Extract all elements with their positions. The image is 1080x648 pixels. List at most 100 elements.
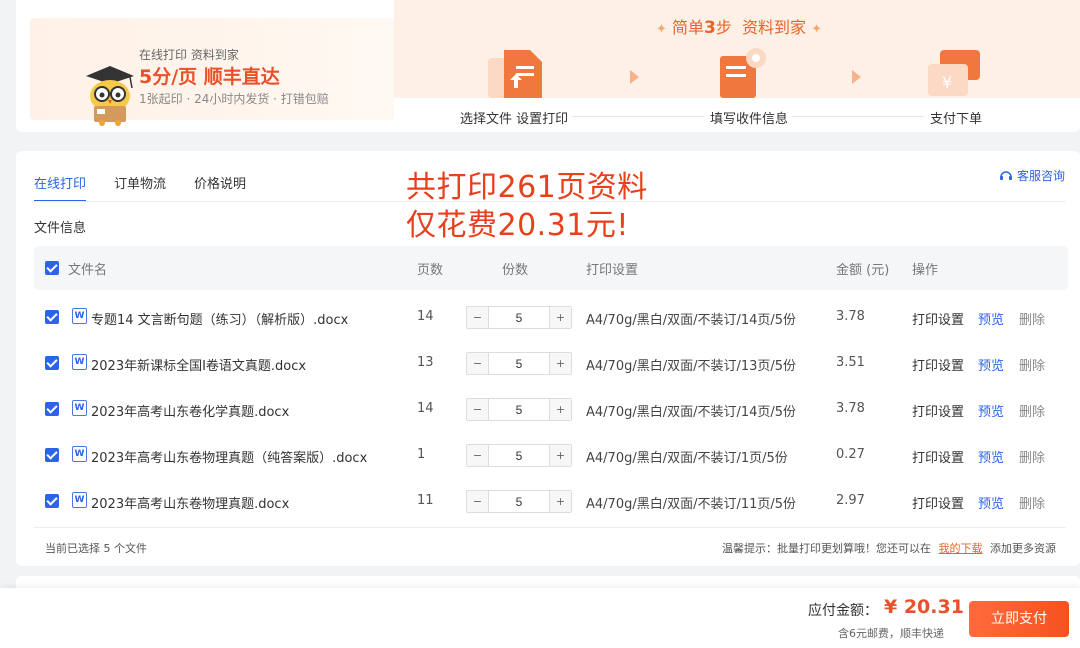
sparkle-icon: ✦ xyxy=(811,22,823,37)
increment-button[interactable]: + xyxy=(549,491,571,512)
address-form-icon xyxy=(720,48,766,98)
steps-title-post: 资料到家 xyxy=(742,18,807,37)
copies-input[interactable] xyxy=(489,307,549,328)
row-amount: 3.78 xyxy=(836,309,865,324)
steps-title-pre: 简单 xyxy=(672,18,705,37)
customer-service-link[interactable]: 客服咨询 xyxy=(999,167,1065,184)
delete-button[interactable]: 删除 xyxy=(1019,355,1045,374)
arrow-right-icon xyxy=(852,70,861,84)
copies-input[interactable] xyxy=(489,399,549,420)
delete-button[interactable]: 删除 xyxy=(1019,401,1045,420)
delete-button[interactable]: 删除 xyxy=(1019,309,1045,328)
pay-now-button[interactable]: 立即支付 xyxy=(969,601,1069,637)
print-settings-summary: A4/70g/黑白/双面/不装订/1页/5份 xyxy=(586,451,788,466)
copies-stepper: − + xyxy=(466,352,572,375)
pay-label: 应付金额： xyxy=(808,603,878,619)
steps-title: ✦ 简单3步 资料到家 ✦ xyxy=(656,14,822,38)
header-settings: 打印设置 xyxy=(586,263,639,278)
copies-input[interactable] xyxy=(489,491,549,512)
decrement-button[interactable]: − xyxy=(467,307,489,328)
preview-button[interactable]: 预览 xyxy=(978,309,1004,328)
tab-price-info[interactable]: 价格说明 xyxy=(194,173,246,202)
selected-count: 当前已选择 5 个文件 xyxy=(45,542,147,555)
decrement-button[interactable]: − xyxy=(467,399,489,420)
header-copies: 份数 xyxy=(502,263,529,278)
footer-tip: 温馨提示：批量打印更划算哦！您还可以在 我的下载 添加更多资源 xyxy=(722,540,1056,556)
header-amount: 金额 (元) xyxy=(836,263,890,278)
sparkle-icon: ✦ xyxy=(656,22,667,37)
preview-button[interactable]: 预览 xyxy=(978,447,1004,466)
table-row: W 2023年高考山东卷物理真题.docx 11 − + A4/70g/黑白/双… xyxy=(34,478,1068,524)
print-settings-button[interactable]: 打印设置 xyxy=(912,401,964,420)
shipping-note: 含6元邮费，顺丰快递 xyxy=(838,627,944,640)
row-checkbox[interactable] xyxy=(45,494,59,508)
decrement-button[interactable]: − xyxy=(467,491,489,512)
section-title: 文件信息 xyxy=(34,221,87,236)
tab-bar: 在线打印 订单物流 价格说明 xyxy=(34,173,274,202)
step-label-2: 填写收件信息 xyxy=(710,112,789,127)
header-pages: 页数 xyxy=(417,263,444,278)
promo-subtitle: 在线打印 资料到家 xyxy=(139,48,239,62)
print-settings-button[interactable]: 打印设置 xyxy=(912,355,964,374)
file-name: 2023年高考山东卷物理真题（纯答案版）.docx xyxy=(91,451,368,466)
row-checkbox[interactable] xyxy=(45,448,59,462)
owl-mascot-icon xyxy=(86,66,134,126)
step-label-1: 选择文件 设置打印 xyxy=(460,112,569,127)
preview-button[interactable]: 预览 xyxy=(978,355,1004,374)
decrement-button[interactable]: − xyxy=(467,445,489,466)
row-checkbox[interactable] xyxy=(45,402,59,416)
payment-card-icon: ¥ xyxy=(928,50,980,96)
row-checkbox[interactable] xyxy=(45,356,59,370)
page-count: 13 xyxy=(417,355,434,370)
row-checkbox[interactable] xyxy=(45,310,59,324)
print-settings-summary: A4/70g/黑白/双面/不装订/13页/5份 xyxy=(586,359,797,374)
steps-title-mid: 步 xyxy=(715,18,732,37)
file-card: 在线打印 订单物流 价格说明 客服咨询 共打印261页资料 仅花费20.31元!… xyxy=(16,151,1080,566)
delete-button[interactable]: 删除 xyxy=(1019,447,1045,466)
increment-button[interactable]: + xyxy=(549,399,571,420)
promo-panel: 在线打印 资料到家 5分/页 顺丰直达 1张起印 · 24小时内发货 · 打错包… xyxy=(30,18,394,126)
row-amount: 2.97 xyxy=(836,493,865,508)
delete-button[interactable]: 删除 xyxy=(1019,493,1045,512)
print-settings-button[interactable]: 打印设置 xyxy=(912,447,964,466)
promo-overlay: 共打印261页资料 仅花费20.31元! xyxy=(406,169,648,245)
increment-button[interactable]: + xyxy=(549,307,571,328)
increment-button[interactable]: + xyxy=(549,445,571,466)
copies-input[interactable] xyxy=(489,353,549,374)
preview-button[interactable]: 预览 xyxy=(978,493,1004,512)
row-amount: 0.27 xyxy=(836,447,865,462)
tab-order-logistics[interactable]: 订单物流 xyxy=(114,173,166,202)
my-downloads-link[interactable]: 我的下载 xyxy=(939,542,983,555)
increment-button[interactable]: + xyxy=(549,353,571,374)
pay-amount: ¥ 20.31 xyxy=(884,596,964,618)
table-row: W 专题14 文言断句题（练习）（解析版）.docx 14 − + A4/70g… xyxy=(34,294,1068,340)
print-settings-summary: A4/70g/黑白/双面/不装订/11页/5份 xyxy=(586,497,797,512)
word-doc-icon: W xyxy=(72,308,87,324)
tab-online-print[interactable]: 在线打印 xyxy=(34,173,87,202)
page-count: 14 xyxy=(417,309,434,324)
select-all-checkbox[interactable] xyxy=(45,261,59,275)
overlay-line-1: 共打印261页资料 xyxy=(406,170,648,205)
print-settings-button[interactable]: 打印设置 xyxy=(912,309,964,328)
customer-service-label: 客服咨询 xyxy=(1016,169,1065,183)
file-name: 专题14 文言断句题（练习）（解析版）.docx xyxy=(91,313,349,328)
decrement-button[interactable]: − xyxy=(467,353,489,374)
footer-divider xyxy=(34,527,1066,528)
print-settings-button[interactable]: 打印设置 xyxy=(912,493,964,512)
page-count: 14 xyxy=(417,401,434,416)
file-name: 2023年高考山东卷物理真题.docx xyxy=(91,497,290,512)
tip-text: 温馨提示：批量打印更划算哦！您还可以在 xyxy=(722,542,931,555)
copies-stepper: − + xyxy=(466,398,572,421)
headset-icon xyxy=(999,170,1012,180)
copies-input[interactable] xyxy=(489,445,549,466)
promo-headline: 5分/页 顺丰直达 xyxy=(139,66,280,88)
table-row: W 2023年高考山东卷化学真题.docx 14 − + A4/70g/黑白/双… xyxy=(34,386,1068,432)
table-row: W 2023年新课标全国Ⅰ卷语文真题.docx 13 − + A4/70g/黑白… xyxy=(34,340,1068,386)
header-filename: 文件名 xyxy=(68,263,108,278)
preview-button[interactable]: 预览 xyxy=(978,401,1004,420)
copies-stepper: − + xyxy=(466,444,572,467)
page-count: 1 xyxy=(417,447,426,462)
step-label-3: 支付下单 xyxy=(930,112,983,127)
pay-bar: 应付金额： ¥ 20.31 含6元邮费，顺丰快递 立即支付 xyxy=(0,588,1080,648)
overlay-line-2: 仅花费20.31元! xyxy=(406,208,629,243)
